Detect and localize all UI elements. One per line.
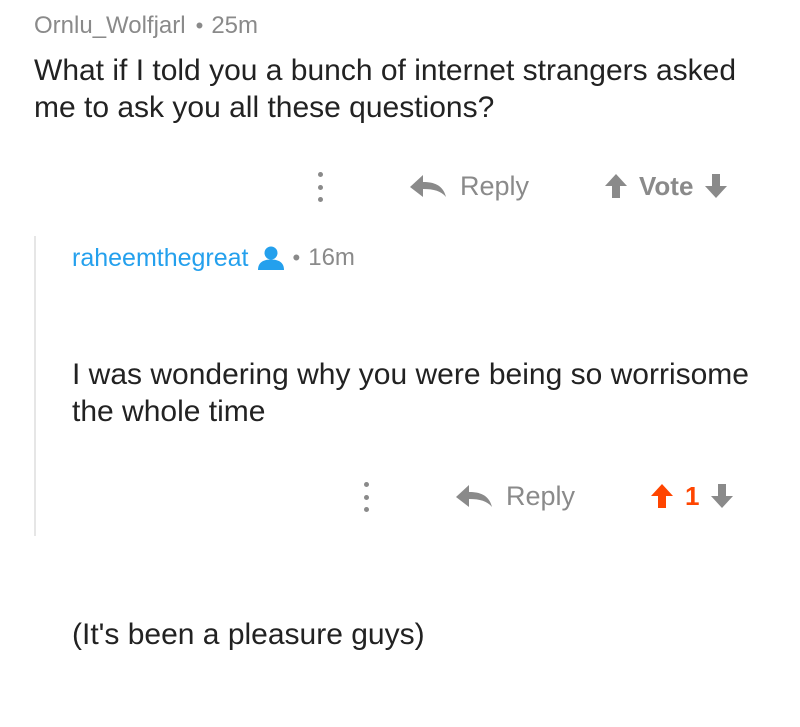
reply-comment-meta: raheemthegreat • 16m bbox=[72, 240, 355, 276]
reply-reply-button[interactable]: Reply bbox=[454, 476, 575, 516]
parent-vote-controls: Vote bbox=[603, 166, 729, 206]
parent-reply-label: Reply bbox=[460, 170, 530, 201]
downvote-arrow-icon[interactable] bbox=[703, 172, 729, 200]
reply-vote-controls: 1 bbox=[649, 476, 735, 516]
meta-separator: • bbox=[292, 245, 301, 270]
reply-score: 1 bbox=[685, 480, 700, 511]
parent-username[interactable]: Ornlu_Wolfjarl bbox=[34, 12, 186, 40]
reply-reply-label: Reply bbox=[506, 480, 576, 511]
reply-paragraph: I was wondering why you were being so wo… bbox=[72, 358, 758, 428]
reply-arrow-icon bbox=[456, 485, 492, 507]
parent-reply-button[interactable]: Reply bbox=[408, 166, 529, 206]
op-user-icon bbox=[257, 246, 284, 270]
reply-arrow-icon bbox=[410, 175, 446, 197]
parent-comment-meta: Ornlu_Wolfjarl • 25m bbox=[34, 8, 258, 44]
meta-separator: • bbox=[195, 13, 204, 38]
downvote-arrow-icon[interactable] bbox=[709, 482, 735, 510]
more-vertical-icon[interactable] bbox=[360, 482, 372, 512]
more-vertical-icon[interactable] bbox=[314, 172, 326, 202]
reply-comment-age: 16m bbox=[308, 244, 355, 271]
reply-username[interactable]: raheemthegreat bbox=[72, 244, 249, 273]
parent-vote-label: Vote bbox=[639, 170, 694, 201]
parent-comment-body: What if I told you a bunch of internet s… bbox=[34, 54, 745, 124]
reply-paragraph: (It's been a pleasure guys) bbox=[72, 618, 425, 651]
parent-comment-age: 25m bbox=[211, 12, 258, 39]
upvote-arrow-icon[interactable] bbox=[649, 482, 675, 510]
upvote-arrow-icon[interactable] bbox=[603, 172, 629, 200]
